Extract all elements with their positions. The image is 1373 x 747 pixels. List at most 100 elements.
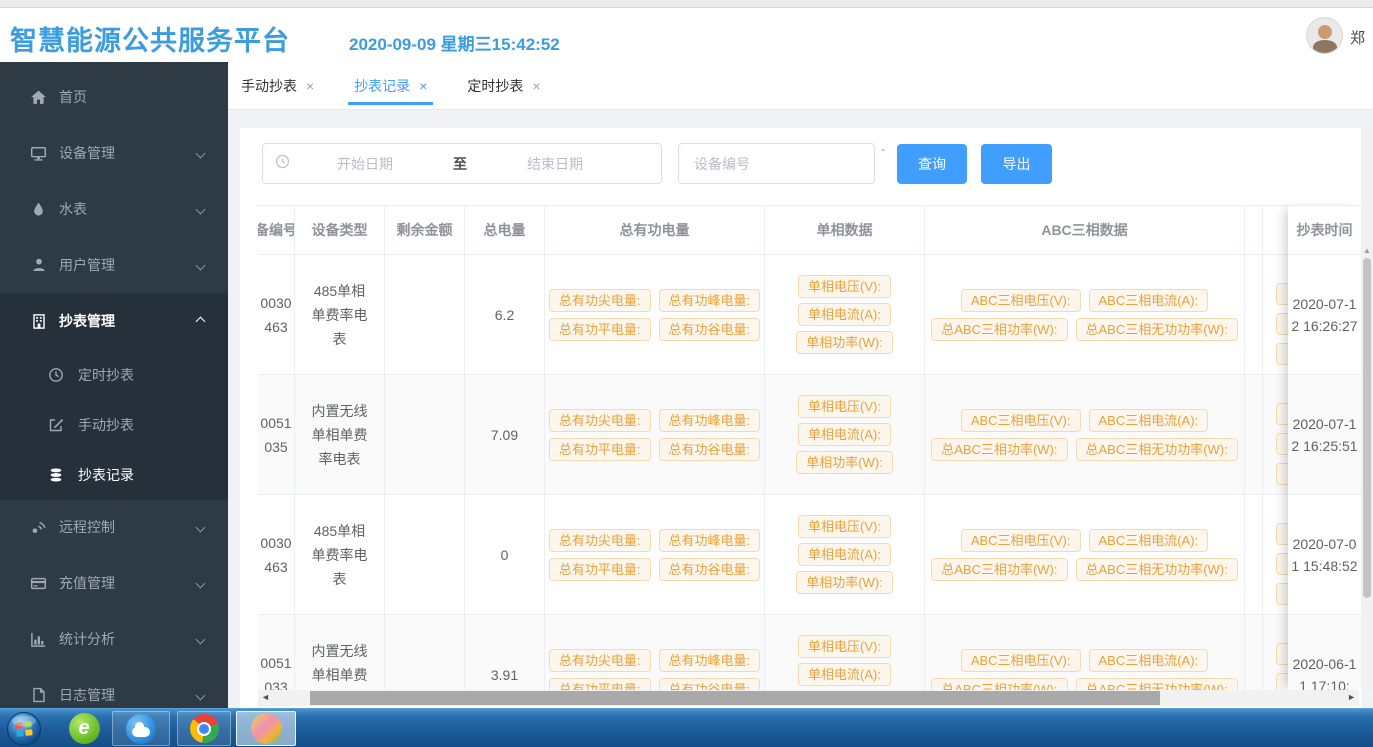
clock-icon — [275, 154, 290, 174]
cell-device-type: 485单相单费率电表 — [295, 255, 385, 374]
stray-backtick-mark: ` — [881, 146, 886, 162]
qq-browser-button[interactable] — [112, 711, 170, 746]
tag-peak-energy: 总有功峰电量: — [659, 649, 761, 672]
cell-spacer — [1245, 615, 1263, 690]
screen: 智慧能源公共服务平台 2020-09-09 星期三15:42:52 郑 首页 设… — [0, 0, 1373, 747]
col-header-device-no: 备编号 — [258, 206, 295, 254]
avatar-body — [1313, 40, 1337, 54]
cell-three-phase-tags: ABC三相电压(V): ABC三相电流(A): 总ABC三相功率(W): 总AB… — [925, 375, 1245, 494]
cell-spacer — [1245, 375, 1263, 494]
col-header-three-phase: ABC三相数据 — [925, 206, 1245, 254]
tag-single-current: 单相电流(A): — [798, 423, 891, 446]
table-row: 0051033 内置无线单相单费率电表 3.91 总有功尖电量: 总有功峰电量:… — [258, 615, 1361, 690]
chevron-down-icon — [196, 260, 206, 270]
tag-abc-reactive-power: 总ABC三相无功功率(W): — [1076, 438, 1238, 461]
tag-abc-power: 总ABC三相功率(W): — [931, 318, 1067, 341]
tag-abc-reactive-power: 总ABC三相无功功率(W): — [1076, 678, 1238, 691]
close-icon[interactable]: × — [419, 78, 427, 94]
sidebar-item-label: 设备管理 — [59, 143, 115, 163]
tag-single-voltage: 单相电压(V): — [798, 275, 891, 298]
sidebar-item-recharge[interactable]: 充值管理 — [0, 555, 228, 611]
scroll-right-arrow-icon[interactable]: ► — [1347, 692, 1356, 702]
sidebar-subitem-label: 抄表记录 — [78, 465, 134, 485]
cell-spacer — [1245, 495, 1263, 614]
tag-single-power: 单相功率(W): — [796, 571, 893, 594]
sidebar-item-remote-control[interactable]: 远程控制 — [0, 499, 228, 555]
scroll-left-arrow-icon[interactable]: ◄ — [261, 692, 270, 702]
tab-scheduled-reading[interactable]: 定时抄表 × — [467, 76, 540, 96]
photo-app-icon — [251, 713, 282, 744]
table-row: 0051035 内置无线单相单费率电表 7.09 总有功尖电量: 总有功峰电量:… — [258, 375, 1361, 495]
cell-device-no: 0030463 — [258, 255, 295, 374]
tag-single-power: 单相功率(W): — [796, 451, 893, 474]
start-button[interactable] — [4, 711, 44, 746]
col-header-total-energy: 总电量 — [465, 206, 545, 254]
cell-read-time: 2020-07-12 16:26:27 — [1288, 255, 1361, 375]
close-icon[interactable]: × — [306, 78, 314, 94]
tab-manual-reading[interactable]: 手动抄表 × — [241, 76, 314, 96]
cell-active-energy-tags: 总有功尖电量: 总有功峰电量: 总有功平电量: 总有功谷电量: — [545, 615, 765, 690]
cell-device-no: 0030463 — [258, 495, 295, 614]
start-date-input[interactable] — [290, 156, 440, 172]
end-date-input[interactable] — [480, 156, 630, 172]
horizontal-scrollbar[interactable]: ◄ ► — [258, 690, 1359, 706]
sidebar-item-meter-reading[interactable]: 抄表管理 — [0, 293, 228, 349]
sidebar-subitem-label: 定时抄表 — [78, 365, 134, 385]
tag-sharp-energy: 总有功尖电量: — [549, 409, 651, 432]
sidebar-subitem-manual-reading[interactable]: 手动抄表 — [0, 400, 228, 450]
device-number-input[interactable] — [678, 143, 875, 184]
windows-taskbar: e 1 20 — [0, 708, 1373, 747]
monitor-icon — [30, 145, 47, 162]
tag-sharp-energy: 总有功尖电量: — [549, 529, 651, 552]
chrome-button[interactable] — [177, 711, 231, 746]
sidebar-item-water-meter[interactable]: 水表 — [0, 181, 228, 237]
table-body: 0030463 485单相单费率电表 6.2 总有功尖电量: 总有功峰电量: 总… — [258, 255, 1361, 690]
clock-icon — [48, 367, 64, 383]
sidebar-subitem-label: 手动抄表 — [78, 415, 134, 435]
tab-reading-records[interactable]: 抄表记录 × — [354, 76, 427, 96]
tag-single-current: 单相电流(A): — [798, 303, 891, 326]
browser-360-icon[interactable]: e — [62, 711, 106, 746]
cell-single-phase-tags: 单相电压(V): 单相电流(A): 单相功率(W): — [765, 255, 925, 374]
database-icon — [48, 467, 64, 483]
cell-read-time: 2020-07-01 15:48:52 — [1288, 495, 1361, 615]
col-header-spacer — [1245, 206, 1263, 254]
tag-abc-power: 总ABC三相功率(W): — [931, 438, 1067, 461]
sidebar-item-users[interactable]: 用户管理 — [0, 237, 228, 293]
tag-abc-voltage: ABC三相电压(V): — [961, 409, 1081, 432]
qq-browser-icon — [126, 714, 156, 744]
date-range-picker[interactable]: 至 — [262, 143, 662, 184]
sidebar-item-home[interactable]: 首页 — [0, 69, 228, 125]
chevron-down-icon — [196, 578, 206, 588]
sidebar-subitem-reading-records[interactable]: 抄表记录 — [0, 450, 228, 500]
tag-abc-reactive-power: 总ABC三相无功功率(W): — [1076, 558, 1238, 581]
photo-app-button[interactable] — [236, 711, 296, 746]
chrome-icon — [190, 714, 219, 743]
tag-flat-energy: 总有功平电量: — [549, 318, 651, 341]
chevron-down-icon — [196, 690, 206, 700]
vertical-scrollbar-thumb[interactable] — [1363, 258, 1371, 598]
vertical-scrollbar[interactable]: ▲ — [1361, 128, 1373, 690]
sidebar-item-logs[interactable]: 日志管理 — [0, 667, 228, 708]
sidebar-item-devices[interactable]: 设备管理 — [0, 125, 228, 181]
tag-flat-energy: 总有功平电量: — [549, 438, 651, 461]
cell-balance — [385, 615, 465, 690]
chevron-up-icon — [196, 316, 206, 326]
tag-flat-energy: 总有功平电量: — [549, 558, 651, 581]
sidebar-item-statistics[interactable]: 统计分析 — [0, 611, 228, 667]
tag-peak-energy: 总有功峰电量: — [659, 289, 761, 312]
date-range-separator: 至 — [440, 154, 480, 174]
tag-single-voltage: 单相电压(V): — [798, 395, 891, 418]
user-avatar[interactable] — [1306, 17, 1343, 54]
export-button[interactable]: 导出 — [981, 144, 1052, 184]
header-datetime: 2020-09-09 星期三15:42:52 — [349, 30, 560, 55]
horizontal-scrollbar-thumb[interactable] — [310, 691, 1160, 705]
chevron-down-icon — [196, 148, 206, 158]
scroll-up-arrow-icon[interactable]: ▲ — [1363, 246, 1371, 255]
username[interactable]: 郑 — [1350, 27, 1365, 48]
tag-single-voltage: 单相电压(V): — [798, 635, 891, 658]
sidebar-subitem-scheduled-reading[interactable]: 定时抄表 — [0, 350, 228, 400]
query-button[interactable]: 查询 — [897, 144, 967, 184]
close-icon[interactable]: × — [532, 78, 540, 94]
cell-read-time: 2020-06-11 17:10: — [1288, 615, 1361, 690]
